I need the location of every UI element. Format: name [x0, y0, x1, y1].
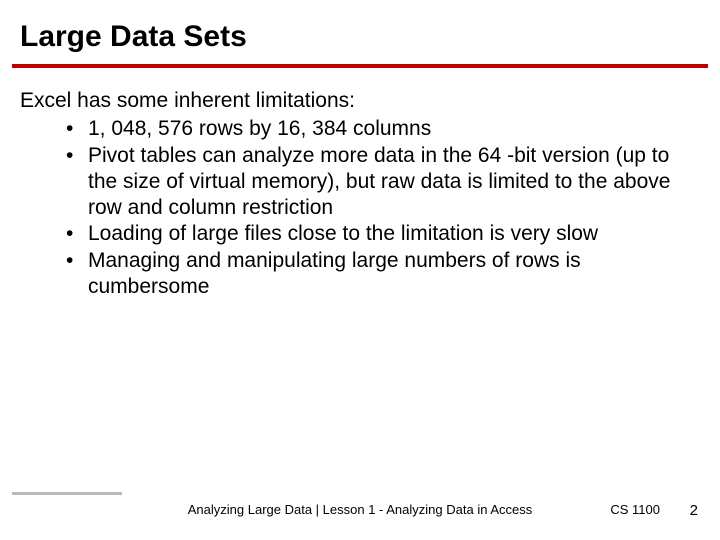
list-item: 1, 048, 576 rows by 16, 384 columns: [66, 116, 690, 142]
course-code: CS 1100: [610, 502, 660, 517]
body-content: Excel has some inherent limitations: 1, …: [20, 88, 690, 300]
footer-rule: [12, 492, 122, 495]
bullet-list: 1, 048, 576 rows by 16, 384 columns Pivo…: [20, 116, 690, 300]
intro-text: Excel has some inherent limitations:: [20, 88, 690, 114]
list-item: Pivot tables can analyze more data in th…: [66, 143, 690, 222]
title-underline: [12, 64, 708, 68]
list-item: Managing and manipulating large numbers …: [66, 248, 690, 301]
slide-title: Large Data Sets: [20, 20, 700, 54]
list-item: Loading of large files close to the limi…: [66, 221, 690, 247]
page-number: 2: [690, 502, 698, 519]
slide: Large Data Sets Excel has some inherent …: [0, 0, 720, 540]
